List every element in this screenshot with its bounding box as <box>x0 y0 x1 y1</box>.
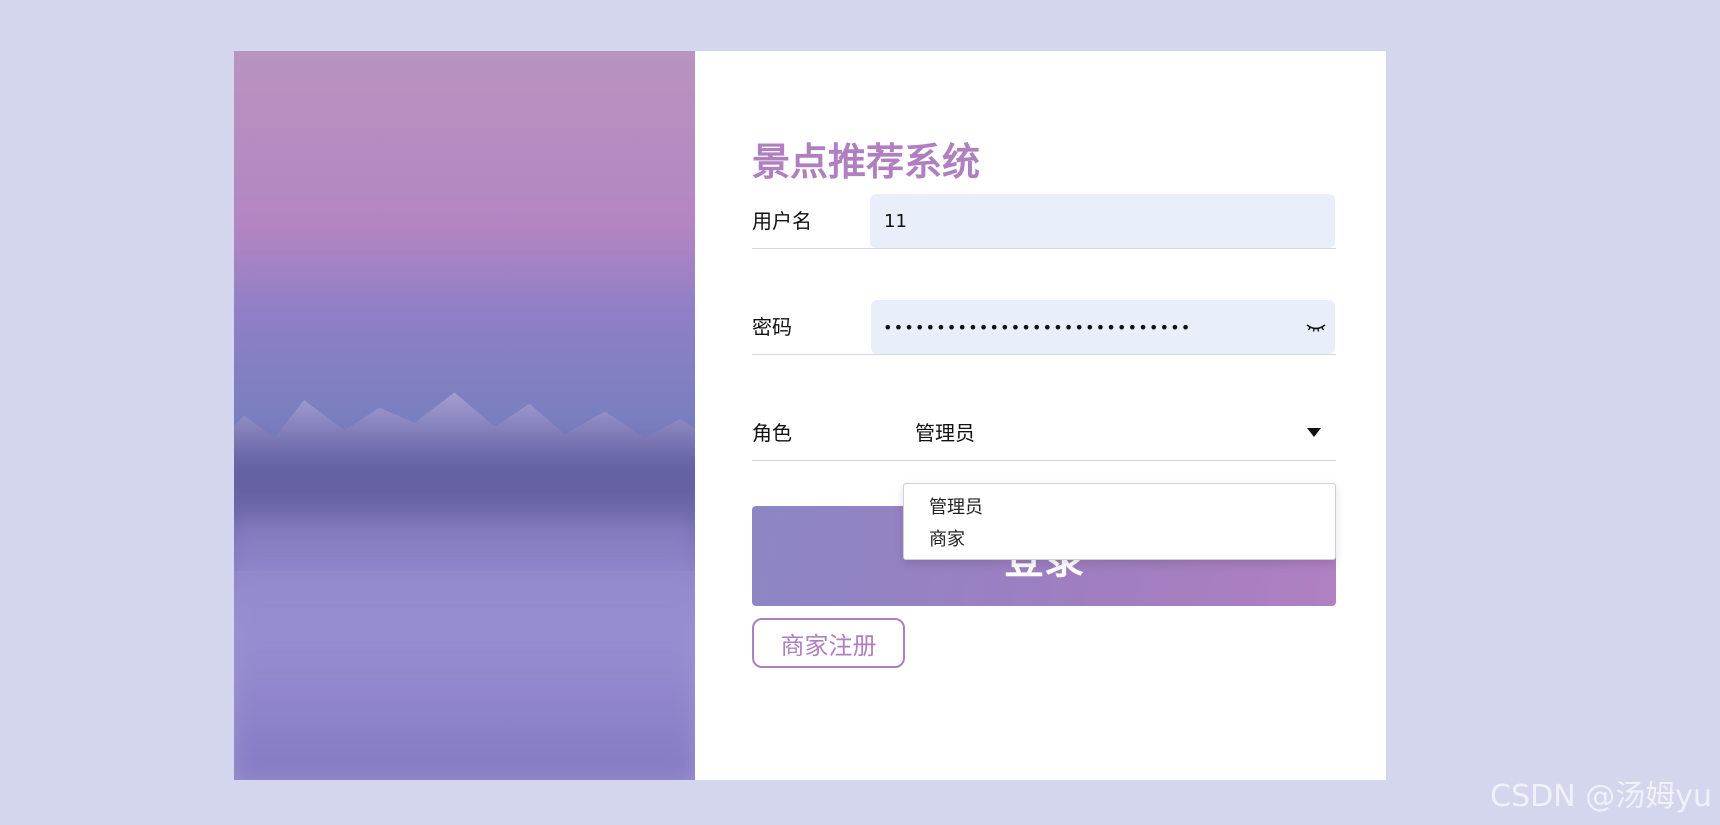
username-row: 用户名 <box>752 194 1336 249</box>
caret-down-icon <box>1307 428 1321 437</box>
login-form: 景点推荐系统 用户名 密码 ••••••••••••••••••••••••••… <box>695 51 1386 780</box>
password-label: 密码 <box>752 315 792 339</box>
login-card: 景点推荐系统 用户名 密码 ••••••••••••••••••••••••••… <box>234 51 1386 780</box>
username-input[interactable] <box>882 209 1335 233</box>
password-field[interactable]: ••••••••••••••••••••••••••••• <box>871 300 1335 354</box>
eye-closed-icon[interactable] <box>1305 316 1327 338</box>
role-option-admin[interactable]: 管理员 <box>904 492 1335 524</box>
password-value: ••••••••••••••••••••••••••••• <box>883 317 1192 337</box>
username-label: 用户名 <box>752 209 812 233</box>
role-option-merchant[interactable]: 商家 <box>904 524 1335 556</box>
role-select[interactable]: 管理员 <box>870 406 1335 460</box>
role-label: 角色 <box>752 421 792 445</box>
hero-image <box>234 51 695 780</box>
role-dropdown-menu: 管理员 商家 <box>903 483 1336 560</box>
username-field-box[interactable] <box>870 194 1335 248</box>
role-select-value: 管理员 <box>915 421 975 445</box>
merchant-register-button[interactable]: 商家注册 <box>752 618 905 668</box>
snow-ground <box>234 520 695 780</box>
password-row: 密码 ••••••••••••••••••••••••••••• <box>752 300 1336 355</box>
page-title: 景点推荐系统 <box>752 140 981 184</box>
role-row: 角色 管理员 <box>752 406 1336 461</box>
csdn-watermark: CSDN @汤姆yu <box>1490 779 1712 814</box>
